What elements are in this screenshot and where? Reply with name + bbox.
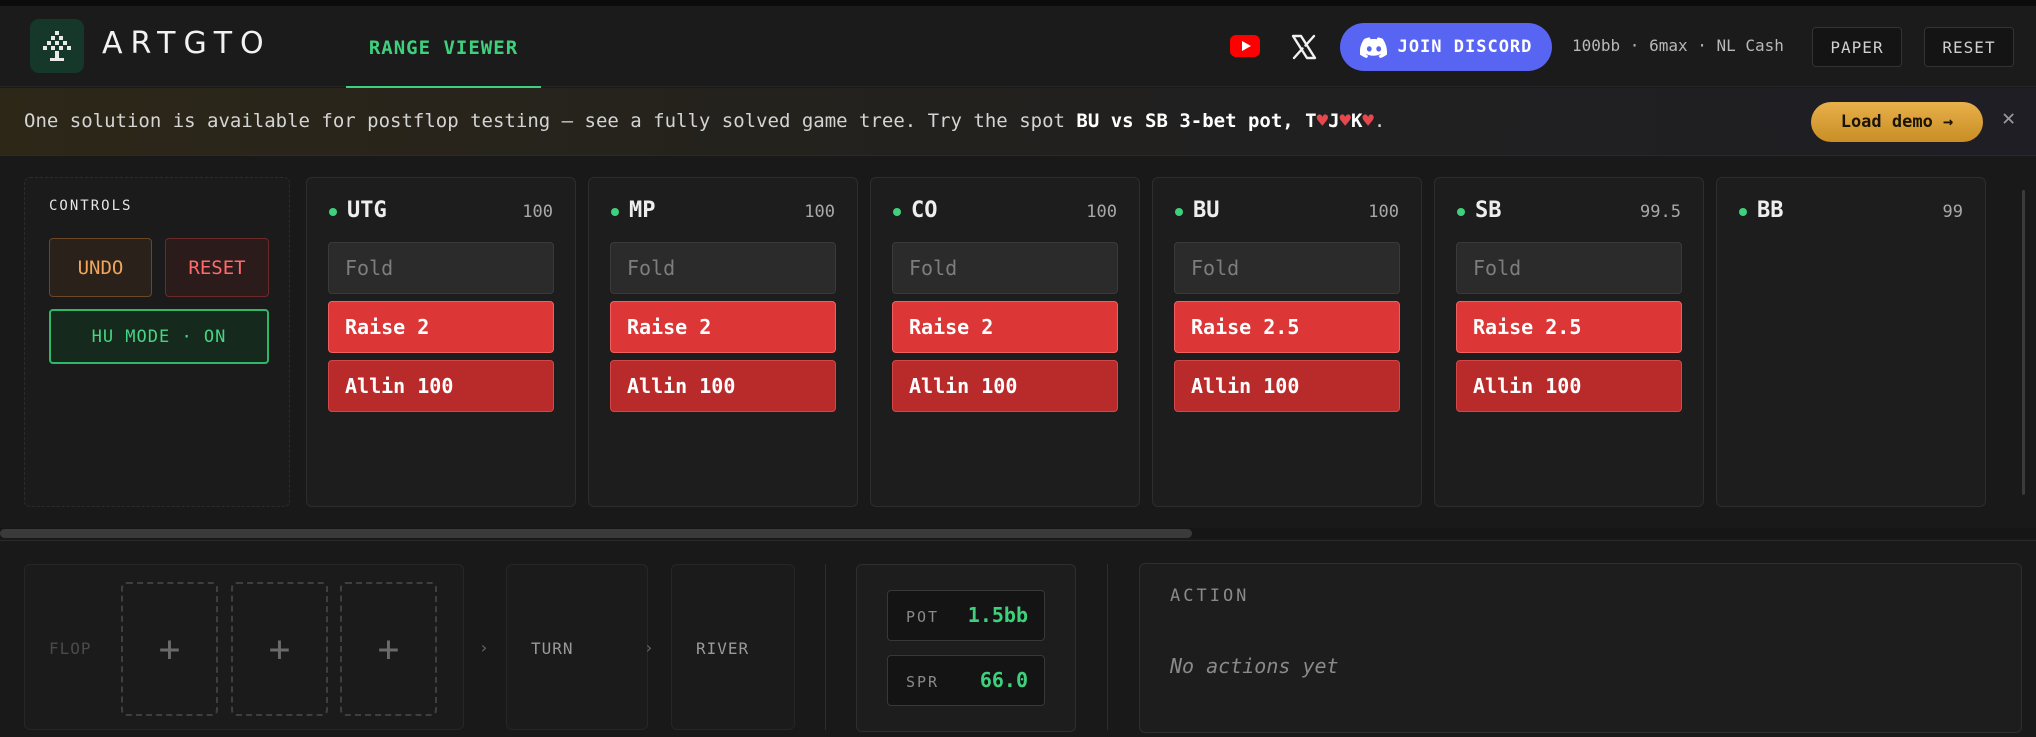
flop-card-slot-3[interactable]: +	[340, 582, 437, 716]
position-name: UTG	[347, 198, 387, 223]
horizontal-scrollbar-thumb[interactable]	[0, 529, 1192, 538]
logo[interactable]	[30, 19, 84, 73]
x-twitter-icon[interactable]	[1291, 34, 1317, 60]
heart-suit-icon: ♥	[1339, 110, 1351, 132]
chevron-right-icon: ›	[644, 638, 654, 657]
pot-value: 1.5bb	[967, 603, 1028, 627]
tab-range-viewer[interactable]: RANGE VIEWER	[346, 6, 541, 90]
position-card-mp: MP 100 Fold Raise 2 Allin 100	[588, 177, 858, 507]
position-name: CO	[911, 198, 938, 223]
banner-text-intro: One solution is available for postflop t…	[24, 110, 1077, 132]
flop-card-slot-2[interactable]: +	[231, 582, 328, 716]
controls-title: CONTROLS	[49, 198, 133, 214]
close-icon[interactable]: ✕	[2002, 106, 2015, 131]
flop-selector: FLOP + + +	[24, 564, 464, 730]
raise-button[interactable]: Raise 2	[328, 301, 554, 353]
fold-button[interactable]: Fold	[1456, 242, 1682, 294]
raise-button[interactable]: Raise 2.5	[1174, 301, 1400, 353]
chevron-right-icon: ›	[479, 638, 489, 657]
discord-icon	[1359, 36, 1387, 58]
position-name: MP	[629, 198, 656, 223]
active-dot	[329, 208, 337, 216]
position-name: BB	[1757, 198, 1784, 223]
spr-label: SPR	[906, 673, 940, 691]
spade-tree-icon	[43, 31, 71, 61]
fold-button[interactable]: Fold	[892, 242, 1118, 294]
flop-label: FLOP	[49, 639, 92, 658]
spr-value: 66.0	[979, 668, 1028, 692]
position-name: SB	[1475, 198, 1502, 223]
join-discord-button[interactable]: JOIN DISCORD	[1340, 23, 1552, 71]
river-selector[interactable]: RIVER	[671, 564, 795, 730]
controls-panel: CONTROLS UNDO RESET HU MODE · ON	[24, 177, 290, 507]
header-reset-button[interactable]: RESET	[1924, 27, 2014, 67]
raise-button[interactable]: Raise 2	[892, 301, 1118, 353]
stack-size: 100	[1086, 202, 1117, 222]
header: ARTGTO RANGE VIEWER JOIN DISCORD 100bb ·…	[0, 6, 2036, 90]
allin-button[interactable]: Allin 100	[892, 360, 1118, 412]
action-title: ACTION	[1170, 586, 1250, 606]
heart-suit-icon: ♥	[1316, 110, 1329, 132]
position-name: BU	[1193, 198, 1220, 223]
vertical-divider	[1107, 564, 1108, 730]
banner-text: One solution is available for postflop t…	[24, 110, 1385, 132]
stack-size: 100	[1368, 202, 1399, 222]
pot-stat: POT 1.5bb	[887, 590, 1045, 641]
stack-size: 99	[1942, 202, 1963, 222]
raise-button[interactable]: Raise 2.5	[1456, 301, 1682, 353]
section-divider	[0, 540, 2036, 541]
active-dot	[1175, 208, 1183, 216]
spr-stat: SPR 66.0	[887, 655, 1045, 706]
vertical-divider	[825, 564, 826, 730]
position-card-sb: SB 99.5 Fold Raise 2.5 Allin 100	[1434, 177, 1704, 507]
pot-label: POT	[906, 608, 940, 626]
fold-button[interactable]: Fold	[610, 242, 836, 294]
position-card-bb: BB 99	[1716, 177, 1986, 507]
paper-button[interactable]: PAPER	[1812, 27, 1902, 67]
youtube-icon[interactable]	[1230, 34, 1260, 58]
banner-card-3: K	[1350, 110, 1363, 132]
banner-card-2: J	[1328, 110, 1340, 132]
load-demo-button[interactable]: Load demo →	[1811, 102, 1983, 142]
join-discord-label: JOIN DISCORD	[1397, 37, 1533, 57]
reset-button[interactable]: RESET	[165, 238, 269, 297]
action-history-panel: ACTION No actions yet	[1139, 563, 2022, 733]
pot-stats-panel: POT 1.5bb SPR 66.0	[856, 564, 1076, 732]
stack-size: 100	[804, 202, 835, 222]
position-card-utg: UTG 100 Fold Raise 2 Allin 100	[306, 177, 576, 507]
river-label: RIVER	[696, 639, 750, 658]
active-dot	[893, 208, 901, 216]
turn-label: TURN	[531, 639, 574, 658]
active-dot	[1739, 208, 1747, 216]
raise-button[interactable]: Raise 2	[610, 301, 836, 353]
brand-name: ARTGTO	[102, 26, 272, 61]
heart-suit-icon: ♥	[1362, 110, 1374, 132]
allin-button[interactable]: Allin 100	[610, 360, 836, 412]
game-format-info: 100bb · 6max · NL Cash	[1572, 36, 1784, 55]
stack-size: 99.5	[1640, 202, 1681, 222]
position-card-bu: BU 100 Fold Raise 2.5 Allin 100	[1152, 177, 1422, 507]
vertical-scrollbar[interactable]	[2022, 190, 2025, 495]
announcement-banner: One solution is available for postflop t…	[0, 88, 2036, 156]
active-dot	[1457, 208, 1465, 216]
allin-button[interactable]: Allin 100	[1174, 360, 1400, 412]
fold-button[interactable]: Fold	[328, 242, 554, 294]
allin-button[interactable]: Allin 100	[1456, 360, 1682, 412]
turn-selector[interactable]: TURN	[506, 564, 648, 730]
active-dot	[611, 208, 619, 216]
no-actions-text: No actions yet	[1170, 654, 1339, 678]
stack-size: 100	[522, 202, 553, 222]
position-card-co: CO 100 Fold Raise 2 Allin 100	[870, 177, 1140, 507]
banner-spot: BU vs SB 3-bet pot, T♥J♥K♥	[1076, 110, 1373, 132]
banner-text-end: .	[1373, 110, 1386, 132]
hu-mode-toggle[interactable]: HU MODE · ON	[49, 309, 269, 364]
banner-spot-text: BU vs SB 3-bet pot, T	[1076, 110, 1317, 132]
fold-button[interactable]: Fold	[1174, 242, 1400, 294]
allin-button[interactable]: Allin 100	[328, 360, 554, 412]
undo-button[interactable]: UNDO	[49, 238, 152, 297]
flop-card-slot-1[interactable]: +	[121, 582, 218, 716]
